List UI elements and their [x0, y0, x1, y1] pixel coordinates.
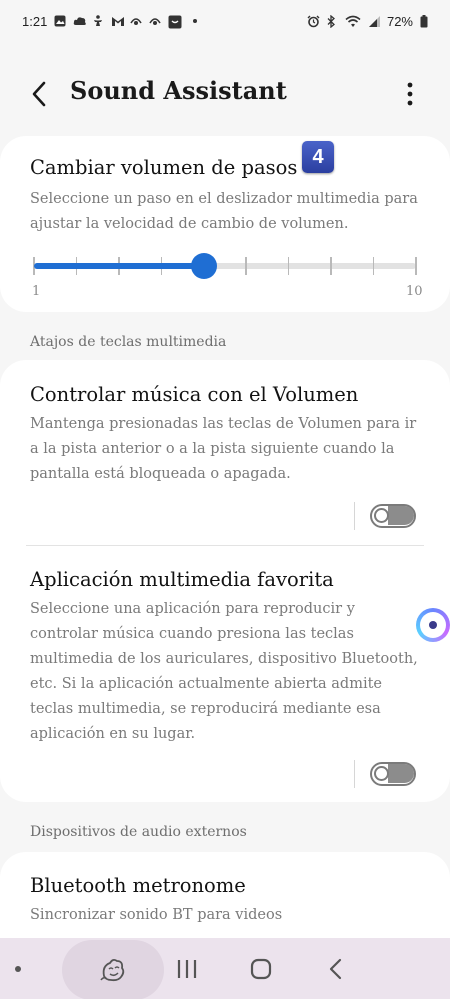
- slider-max-label: 10: [406, 284, 423, 299]
- recent-apps-icon: [177, 960, 197, 978]
- more-notifications-dot: [193, 19, 198, 23]
- control-music-title: Controlar música con el Volumen: [30, 383, 359, 406]
- more-options-button[interactable]: [398, 80, 422, 108]
- toggle-track: [388, 506, 414, 525]
- favorite-app-toggle[interactable]: [370, 762, 416, 786]
- app-bar: Sound Assistant: [0, 62, 450, 126]
- toggle-knob: [374, 766, 389, 781]
- edge-panel-handle[interactable]: [416, 608, 450, 642]
- volume-steps-slider[interactable]: [33, 252, 417, 280]
- toggle-divider: [354, 760, 355, 788]
- external-audio-card: [0, 852, 450, 952]
- shopping-bag-icon: [168, 15, 182, 29]
- control-music-description: Mantenga presionadas las teclas de Volum…: [30, 416, 417, 482]
- favorite-app-title: Aplicación multimedia favorita: [30, 568, 334, 591]
- assistant-mascot-icon: [100, 958, 125, 982]
- favorite-app-description: Seleccione una aplicación para reproduci…: [30, 601, 418, 742]
- slider-tick: [415, 257, 417, 275]
- gallery-icon: [54, 15, 66, 27]
- page-title: Sound Assistant: [70, 76, 287, 105]
- accessibility-icon: [92, 15, 104, 27]
- section-header-external-audio: Dispositivos de audio externos: [30, 824, 247, 840]
- control-music-toggle[interactable]: [370, 504, 416, 528]
- list-divider: [26, 545, 424, 546]
- volume-steps-description: Seleccione un paso en el deslizador mult…: [30, 191, 418, 232]
- slider-tick: [330, 257, 332, 275]
- slider-thumb[interactable]: [190, 253, 217, 279]
- slider-min-label: 1: [32, 284, 41, 299]
- cloud-icon: [73, 15, 87, 27]
- slider-tick: [372, 257, 375, 275]
- step-value-badge: 4: [302, 141, 334, 173]
- more-vertical-icon: [407, 82, 413, 106]
- back-arrow-icon: [32, 81, 46, 107]
- status-bar: 1:21 72%: [0, 0, 450, 42]
- edge-handle-dot: [429, 621, 437, 629]
- toggle-track: [388, 764, 414, 783]
- toggle-divider: [354, 502, 355, 530]
- slider-tick: [245, 257, 247, 275]
- bixby-icon: [130, 15, 142, 27]
- bluetooth-metronome-description: Sincronizar sonido BT para videos: [30, 907, 283, 923]
- alarm-icon: [307, 15, 320, 28]
- bluetooth-icon: [326, 14, 338, 29]
- bluetooth-metronome-title: Bluetooth metronome: [30, 874, 246, 897]
- back-nav-button[interactable]: [325, 957, 347, 985]
- wifi-icon: [345, 15, 361, 27]
- slider-fill: [34, 263, 204, 269]
- back-nav-icon: [329, 958, 342, 980]
- slider-tick: [287, 257, 290, 275]
- navigation-bar: [0, 938, 450, 999]
- battery-icon: [420, 15, 428, 28]
- bixby-icon: [149, 15, 161, 27]
- home-button[interactable]: [249, 957, 273, 985]
- assistant-button[interactable]: [62, 940, 164, 999]
- toggle-knob: [374, 508, 389, 523]
- home-icon: [250, 958, 272, 980]
- battery-percent: 72%: [386, 13, 413, 29]
- volume-steps-title: Cambiar volumen de pasos: [30, 156, 298, 179]
- signal-icon: [368, 15, 380, 27]
- back-button[interactable]: [26, 78, 54, 110]
- gmail-icon: [111, 15, 125, 27]
- section-header-media-shortcuts: Atajos de teclas multimedia: [30, 334, 227, 350]
- status-time: 1:21: [22, 13, 48, 29]
- recent-apps-button[interactable]: [174, 958, 200, 984]
- nav-indicator-dot: [15, 966, 21, 972]
